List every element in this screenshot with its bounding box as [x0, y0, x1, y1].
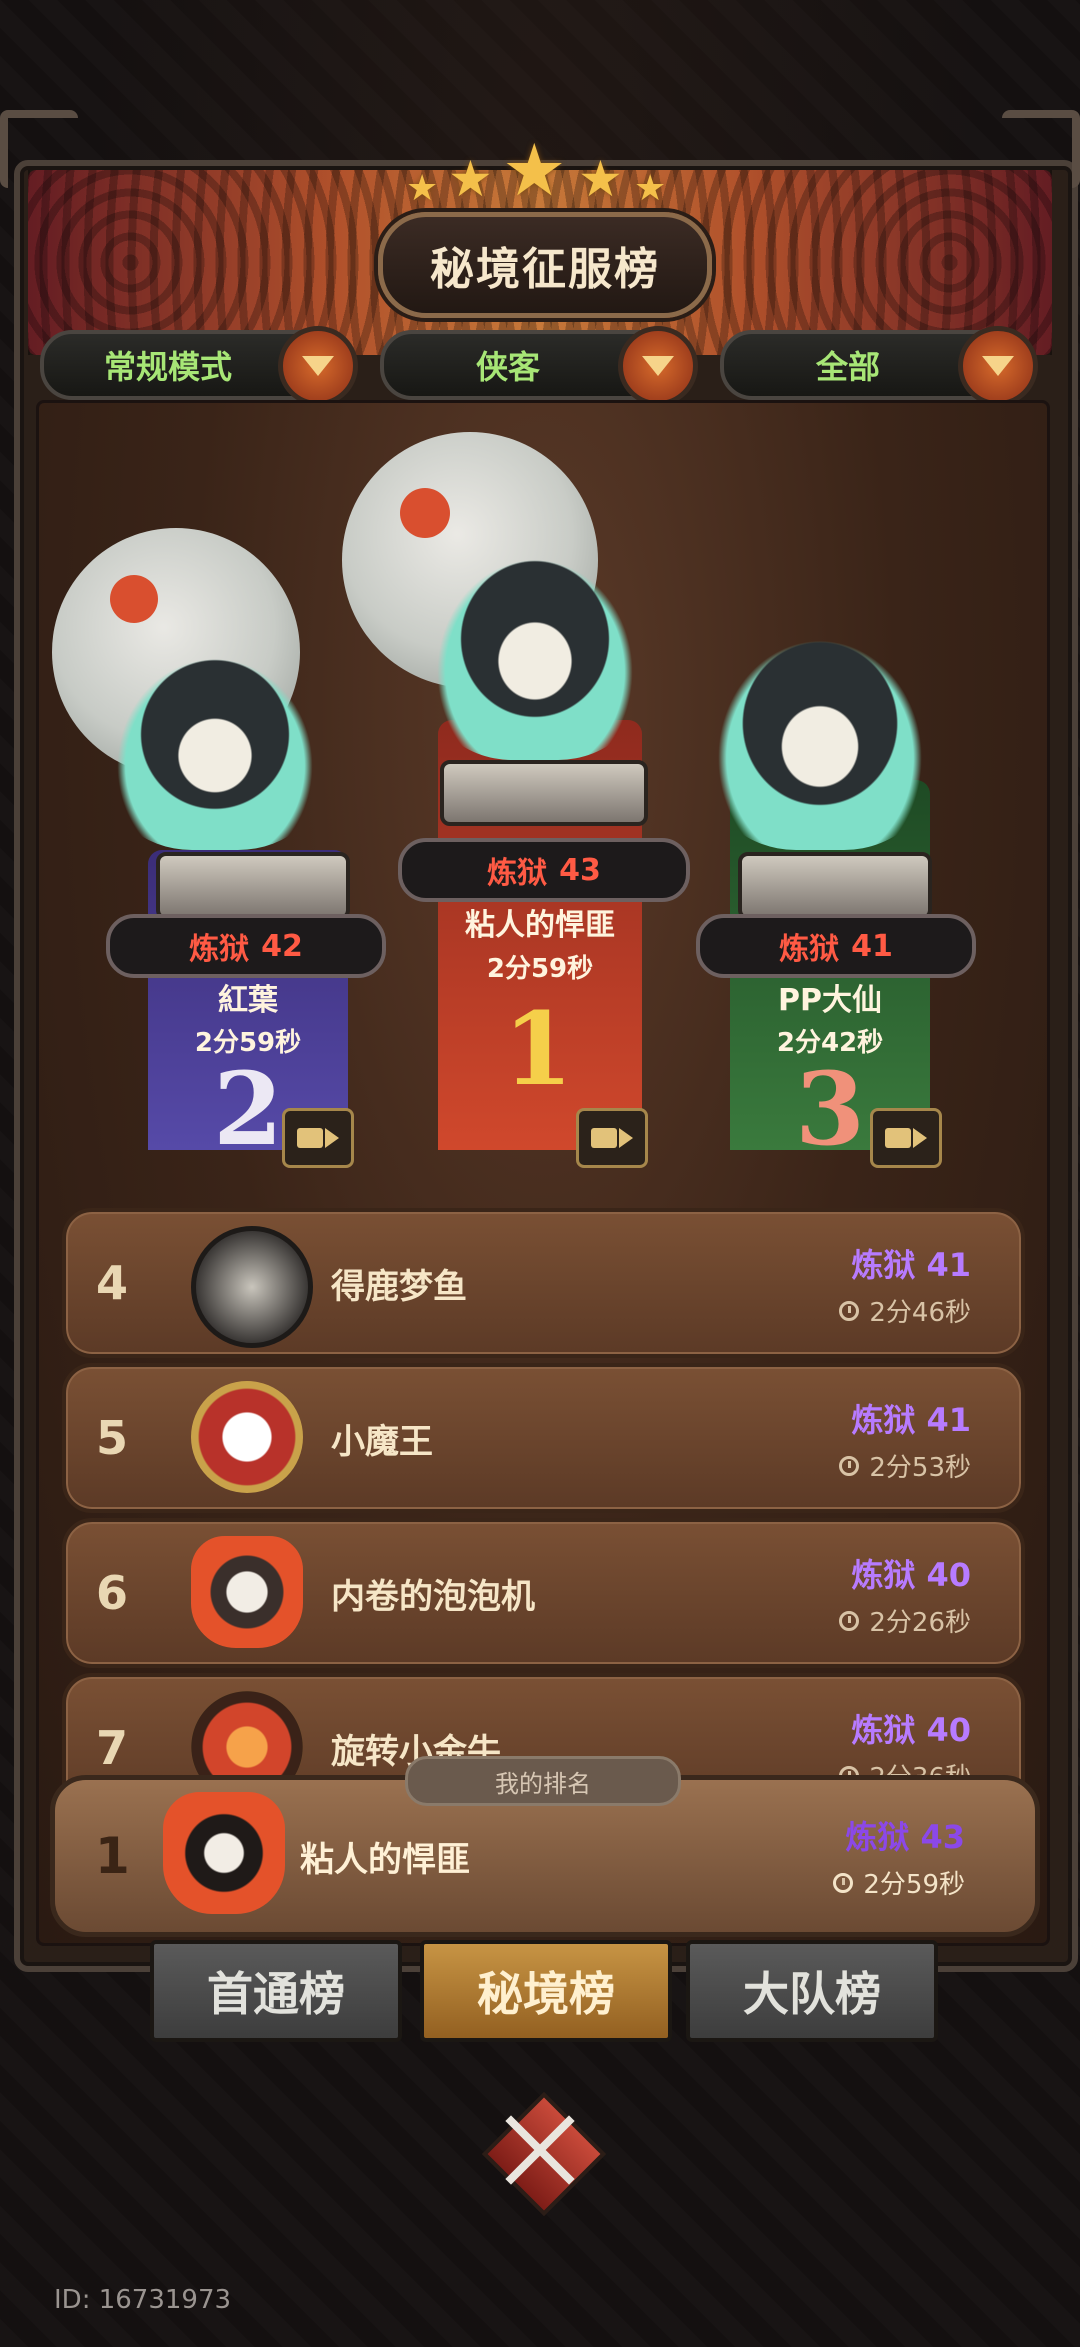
clock-icon	[833, 1872, 854, 1893]
level-value: 41	[926, 1246, 971, 1284]
mode-label: 炼狱	[487, 856, 548, 891]
class-filter-label: 侠客	[475, 348, 540, 386]
hero-avatar-1[interactable]	[420, 540, 650, 760]
clock-icon	[839, 1300, 860, 1321]
sun-emblem	[110, 575, 158, 623]
mode-label: 炼狱	[851, 1711, 916, 1749]
tab-first-clear[interactable]: 首通榜	[150, 1940, 402, 2042]
player-avatar[interactable]	[163, 1792, 285, 1914]
podium-name-2: 紅葉	[218, 983, 278, 1018]
clear-time: 2分59秒	[863, 1870, 965, 1900]
rating-stars: ★ ★ ★ ★ ★	[400, 128, 680, 218]
mode-label: 炼狱	[189, 932, 250, 967]
camera-icon	[591, 1128, 617, 1148]
camera-icon	[885, 1128, 911, 1148]
level-value: 41	[851, 928, 893, 964]
sun-emblem	[400, 488, 450, 538]
pedestal	[156, 852, 350, 920]
row-rank: 6	[96, 1566, 129, 1620]
podium-level-plate-2: 炼狱 42	[106, 914, 386, 978]
level-value: 41	[926, 1401, 971, 1439]
dropdown-arrow-icon[interactable]	[618, 326, 698, 406]
close-button[interactable]	[481, 2091, 607, 2217]
mode-label: 炼狱	[845, 1818, 910, 1856]
player-id: ID: 16731973	[54, 2285, 232, 2315]
clear-time: 2分46秒	[869, 1298, 971, 1328]
star-icon: ★	[634, 168, 667, 209]
podium-level-plate-1: 炼狱 43	[398, 838, 690, 902]
podium-rank-1: 1	[503, 990, 573, 1108]
mode-filter-label: 常规模式	[103, 348, 232, 386]
page-title-plate: 秘境征服榜	[378, 212, 712, 318]
leaderboard-row[interactable]: 6 内卷的泡泡机 炼狱 40 2分26秒	[62, 1518, 1025, 1668]
mode-filter-dropdown[interactable]: 常规模式	[40, 326, 358, 406]
my-rank-number: 1	[95, 1827, 130, 1885]
podium-name-3: PP大仙	[778, 983, 882, 1018]
level-value: 43	[920, 1818, 965, 1856]
tab-team[interactable]: 大队榜	[686, 1940, 938, 2042]
clear-time: 2分26秒	[869, 1608, 971, 1638]
level-value: 42	[261, 928, 303, 964]
level-value: 40	[926, 1556, 971, 1594]
replay-video-button[interactable]	[576, 1108, 648, 1168]
podium-rank-3: 3	[795, 1050, 865, 1168]
leaderboard-row[interactable]: 5 小魔王 炼狱 41 2分53秒	[62, 1363, 1025, 1513]
mode-label: 炼狱	[851, 1401, 916, 1439]
clock-icon	[839, 1610, 860, 1631]
level-value: 43	[559, 852, 601, 888]
row-rank: 4	[96, 1256, 129, 1310]
podium-name-1: 粘人的悍匪	[465, 908, 615, 943]
player-avatar[interactable]	[191, 1381, 303, 1493]
player-avatar[interactable]	[191, 1226, 313, 1348]
star-icon: ★	[578, 150, 623, 208]
replay-video-button[interactable]	[282, 1108, 354, 1168]
mode-label: 炼狱	[851, 1556, 916, 1594]
page-title: 秘境征服榜	[430, 244, 660, 295]
mode-label: 炼狱	[779, 932, 840, 967]
replay-video-button[interactable]	[870, 1108, 942, 1168]
row-rank: 5	[96, 1411, 129, 1465]
my-rank-label: 我的排名	[405, 1756, 681, 1806]
camera-icon	[297, 1128, 323, 1148]
clock-icon	[839, 1455, 860, 1476]
player-name: 得鹿梦鱼	[331, 1266, 467, 1307]
star-icon: ★	[406, 168, 439, 209]
hero-avatar-2[interactable]	[100, 640, 330, 850]
player-avatar[interactable]	[191, 1536, 303, 1648]
pedestal	[738, 852, 932, 920]
tab-secret-realm[interactable]: 秘境榜	[420, 1940, 672, 2042]
scope-filter-dropdown[interactable]: 全部	[720, 326, 1038, 406]
player-name: 小魔王	[331, 1421, 433, 1462]
leaderboard-row[interactable]: 4 得鹿梦鱼 炼狱 41 2分46秒	[62, 1208, 1025, 1358]
clear-time: 2分53秒	[869, 1453, 971, 1483]
hero-avatar-3[interactable]	[700, 620, 940, 850]
mode-label: 炼狱	[851, 1246, 916, 1284]
level-value: 40	[926, 1711, 971, 1749]
dropdown-arrow-icon[interactable]	[278, 326, 358, 406]
dropdown-arrow-icon[interactable]	[958, 326, 1038, 406]
scope-filter-label: 全部	[815, 348, 880, 386]
star-icon: ★	[448, 150, 493, 208]
class-filter-dropdown[interactable]: 侠客	[380, 326, 698, 406]
podium-level-plate-3: 炼狱 41	[696, 914, 976, 978]
player-name: 内卷的泡泡机	[331, 1576, 535, 1617]
pedestal	[440, 760, 648, 826]
star-icon: ★	[502, 128, 567, 212]
podium-time-1: 2分59秒	[486, 954, 594, 984]
